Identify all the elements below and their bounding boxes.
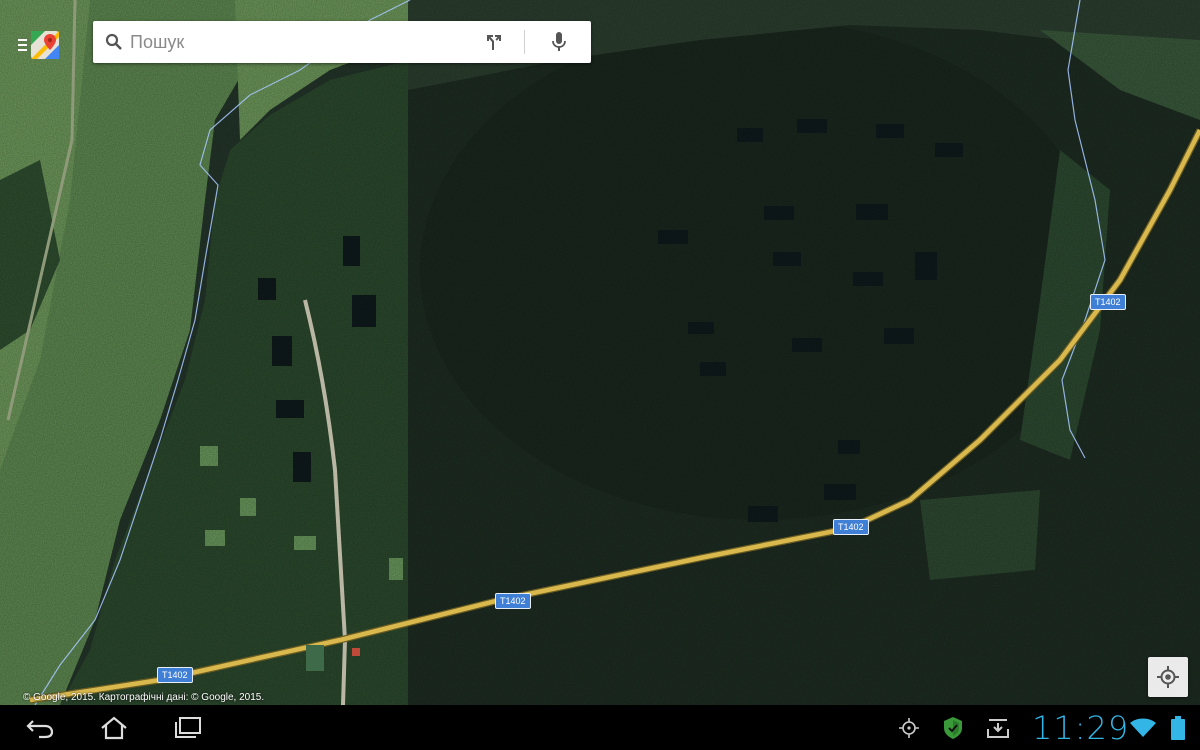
- back-button[interactable]: [12, 711, 68, 745]
- map-attribution: © Google, 2015. Картографічні дані: © Go…: [23, 692, 265, 703]
- road-label: T1402: [1090, 294, 1126, 310]
- directions-icon: [487, 35, 501, 50]
- road-label: T1402: [833, 519, 869, 535]
- search-bar[interactable]: [93, 21, 591, 63]
- menu-icon: [18, 39, 27, 51]
- maps-logo-icon: [31, 31, 59, 59]
- system-navigation-bar: 11:29: [0, 705, 1200, 750]
- search-input[interactable]: [126, 31, 478, 53]
- road-label: T1402: [157, 667, 193, 683]
- wifi-icon: [1129, 715, 1157, 741]
- download-status-icon: [985, 715, 1011, 741]
- recent-apps-button[interactable]: [160, 711, 216, 745]
- mic-icon: [552, 32, 566, 51]
- battery-icon: [1168, 715, 1188, 741]
- voice-search-button[interactable]: [541, 26, 577, 58]
- directions-button[interactable]: [478, 26, 510, 58]
- my-location-icon: [1157, 666, 1179, 688]
- home-icon: [101, 716, 127, 740]
- back-icon: [26, 720, 54, 739]
- menu-button[interactable]: [18, 30, 66, 60]
- search-divider: [524, 30, 525, 54]
- map-view[interactable]: T1402 T1402 T1402 T1402 Пошук © Google, …: [0, 0, 1200, 705]
- status-clock: 11:29: [1032, 709, 1130, 747]
- gps-status-icon: [896, 715, 922, 741]
- home-button[interactable]: [86, 711, 142, 745]
- recent-apps-icon: [175, 717, 201, 738]
- satellite-imagery: [0, 0, 1200, 705]
- shield-status-icon: [940, 715, 966, 741]
- road-label: T1402: [495, 593, 531, 609]
- search-icon: [102, 30, 126, 54]
- my-location-button[interactable]: [1148, 657, 1188, 697]
